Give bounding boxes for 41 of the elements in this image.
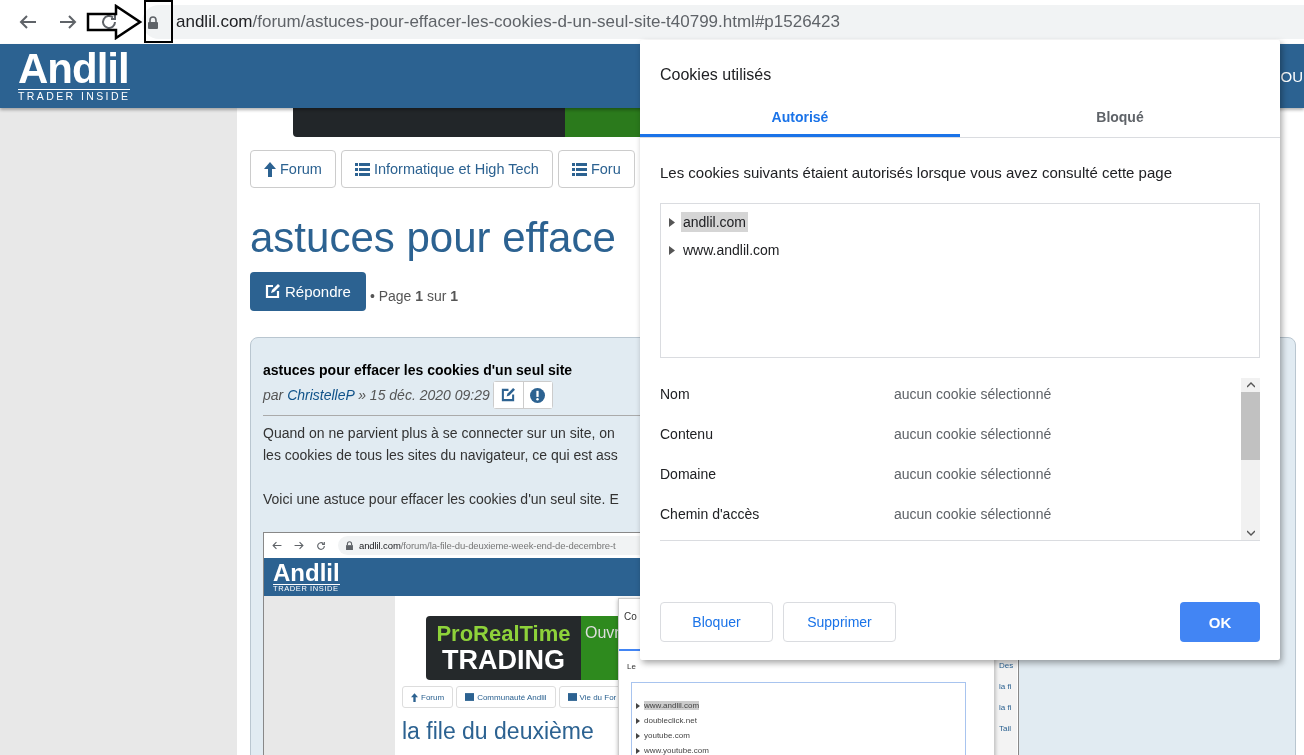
post-text: les cookies de tous les sites du navigateur, ce qui est ass	[263, 446, 618, 465]
topic-title: la file du deuxième	[402, 718, 594, 745]
site-logo[interactable]: Andlil TRADER INSIDE	[18, 49, 131, 103]
field-value: aucun cookie sélectionné	[894, 506, 1052, 522]
field-label: Chemin d'accès	[660, 506, 761, 522]
field-value: aucun cookie sélectionné	[894, 466, 1052, 482]
site-item: doubleclick.net	[644, 716, 697, 725]
dialog-title: Co	[624, 611, 637, 622]
post-text: Voici une astuce pour effacer les cookies d'un seul site. E	[263, 490, 619, 509]
site-item: www.youtube.com	[644, 746, 709, 755]
site-item[interactable]: www.andlil.com	[681, 240, 782, 260]
site-item[interactable]: andlil.com	[681, 212, 749, 232]
pagination-text: • Page 1 sur 1	[369, 287, 459, 304]
dialog-text: Le	[627, 662, 636, 671]
breadcrumb-button[interactable]: Forum	[250, 150, 336, 188]
post-text: Quand on ne parvient plus à se connecter sur un site, on	[263, 424, 615, 443]
site-item: www.andlil.com	[644, 701, 700, 710]
topic-title: astuces pour efface	[250, 213, 616, 263]
field-label: Nom	[660, 386, 691, 402]
author-link[interactable]: ChristelleP	[287, 387, 355, 403]
banner-text: TRADING	[442, 646, 565, 674]
dialog-button[interactable]: Bloquer	[660, 602, 773, 642]
banner-text: Ouvr	[585, 624, 620, 641]
post-meta: par ChristelleP » 15 déc. 2020 09:29	[263, 387, 490, 403]
dialog-description: Les cookies suivants étaient autorisés lorsque vous avez consulté cette page	[659, 163, 1173, 183]
dialog-title: Cookies utilisés	[659, 65, 773, 85]
ok-button[interactable]: OK	[1180, 602, 1260, 642]
menu-item[interactable]: OU	[1280, 67, 1303, 85]
reply-button[interactable]: Répondre	[250, 272, 366, 311]
tab[interactable]: Autorisé	[640, 100, 960, 137]
site-item: youtube.com	[644, 731, 690, 740]
dialog-button[interactable]: Supprimer	[783, 602, 896, 642]
field-value: aucun cookie sélectionné	[894, 426, 1052, 442]
banner-text: ProRealTime	[436, 622, 571, 646]
field-label: Domaine	[660, 466, 718, 482]
breadcrumb-button[interactable]: Foru	[557, 150, 635, 188]
field-label: Contenu	[660, 426, 714, 442]
post-title: astuces pour effacer les cookies d'un seul site	[263, 362, 574, 378]
field-value: aucun cookie sélectionné	[894, 386, 1052, 402]
breadcrumb-button[interactable]: Informatique et High Tech	[340, 150, 553, 188]
address-bar[interactable]: andlil.com/forum/astuces-pour-effacer-les-cookies-d-un-seul-site-t40799.html#p1526423	[142, 5, 1304, 39]
